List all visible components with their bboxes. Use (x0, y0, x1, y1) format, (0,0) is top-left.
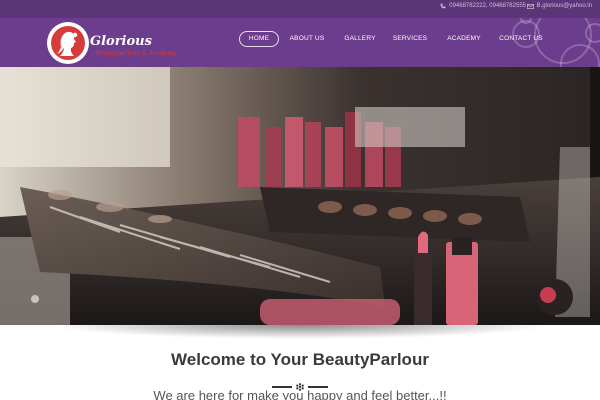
nav-services[interactable]: SERVICES (390, 31, 430, 47)
welcome-tagline: We are here for make you happy and feel … (153, 388, 447, 400)
email-address[interactable]: B.glorious@yahoo.in (537, 3, 592, 9)
envelope-icon (526, 3, 534, 9)
phone-icon (440, 3, 446, 9)
nav-academy[interactable]: ACADEMY (444, 31, 484, 47)
nav-home[interactable]: HOME (239, 31, 279, 47)
ornament-divider (270, 378, 330, 391)
phone-numbers[interactable]: 09468782222, 09468782555 (449, 3, 526, 9)
top-contact-bar: 09468782222, 09468782555 B.glorious@yaho… (0, 0, 600, 18)
nav-about-us[interactable]: ABOUT US (287, 31, 327, 47)
hero-image (0, 67, 600, 325)
logo-subtitle: Beautyparlour & Academy (96, 50, 177, 57)
nav-contact-us[interactable]: CONTACT US (496, 31, 546, 47)
email-contact: B.glorious@yahoo.in (526, 3, 592, 9)
main-nav: HOME ABOUT US GALLERY SERVICES ACADEMY C… (0, 31, 600, 47)
welcome-heading: Welcome to Your BeautyParlour (171, 350, 429, 369)
phone-contact: 09468782222, 09468782555 (440, 3, 526, 9)
hero-shadow (50, 325, 550, 339)
nav-gallery[interactable]: GALLERY (340, 31, 380, 47)
